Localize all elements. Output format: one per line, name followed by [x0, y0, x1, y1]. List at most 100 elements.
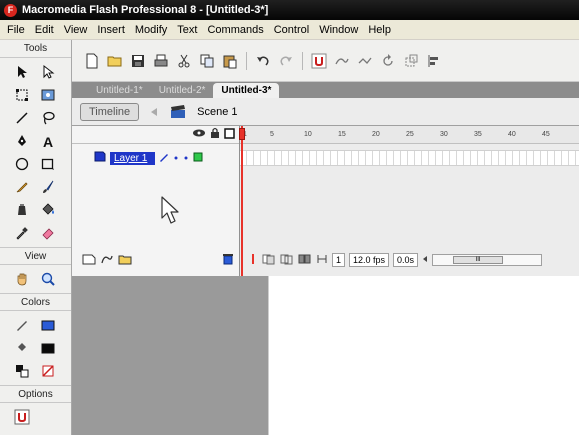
- frame-ruler[interactable]: 1 5 10 15 20 25 30 35 40 45: [240, 126, 579, 144]
- toolbar-separator: [302, 51, 303, 70]
- gradient-transform-icon[interactable]: [36, 85, 60, 105]
- line-tool-icon[interactable]: [10, 108, 34, 128]
- menu-text[interactable]: Text: [172, 24, 202, 36]
- tab-untitled-2[interactable]: Untitled-2*: [151, 83, 214, 98]
- timeline-horizontal-scrollbar[interactable]: III: [432, 254, 543, 266]
- colors-header: Colors: [0, 293, 71, 311]
- menu-edit[interactable]: Edit: [30, 24, 59, 36]
- insert-folder-icon[interactable]: [118, 253, 132, 268]
- lock-dot[interactable]: [183, 152, 189, 164]
- frame-number: 5: [270, 131, 274, 138]
- paint-bucket-icon[interactable]: [36, 200, 60, 220]
- outline-icon[interactable]: [224, 127, 235, 142]
- open-folder-icon[interactable]: [105, 51, 125, 71]
- fill-bucket-icon: [10, 338, 34, 358]
- ink-bottle-icon[interactable]: [10, 200, 34, 220]
- delete-layer-trash-icon[interactable]: [222, 253, 234, 268]
- pencil-tool-icon[interactable]: [10, 177, 34, 197]
- snap-magnet-icon[interactable]: [309, 51, 329, 71]
- redo-icon[interactable]: [276, 51, 296, 71]
- back-arrow-icon[interactable]: [145, 105, 163, 119]
- window-title: Macromedia Flash Professional 8 - [Untit…: [22, 4, 269, 16]
- onion-skin-outlines-icon[interactable]: [280, 253, 294, 267]
- current-frame-field: 1: [332, 253, 346, 267]
- menu-file[interactable]: File: [2, 24, 30, 36]
- edit-multiple-frames-icon[interactable]: [298, 253, 312, 267]
- menu-control[interactable]: Control: [269, 24, 314, 36]
- eye-icon[interactable]: [192, 128, 206, 141]
- new-file-icon[interactable]: [82, 51, 102, 71]
- frame-number: 15: [338, 131, 346, 138]
- view-tools-grid: [0, 265, 71, 293]
- pencil-edit-icon: [159, 152, 169, 165]
- layer-frames-row[interactable]: [240, 150, 579, 166]
- layer-page-icon: [94, 151, 106, 165]
- tools-panel: Tools A View Colors Options: [0, 40, 72, 435]
- undo-icon[interactable]: [253, 51, 273, 71]
- copy-icon[interactable]: [197, 51, 217, 71]
- scene-label[interactable]: Scene 1: [197, 106, 237, 118]
- menu-help[interactable]: Help: [363, 24, 396, 36]
- menu-view[interactable]: View: [59, 24, 93, 36]
- frame-number: 45: [542, 131, 550, 138]
- menu-window[interactable]: Window: [314, 24, 363, 36]
- timeline-toggle-button[interactable]: Timeline: [80, 102, 140, 121]
- cut-icon[interactable]: [174, 51, 194, 71]
- tools-grid: A: [0, 58, 71, 247]
- paste-icon[interactable]: [220, 51, 240, 71]
- pen-tool-icon[interactable]: [10, 131, 34, 151]
- brush-tool-icon[interactable]: [36, 177, 60, 197]
- frame-number: 25: [406, 131, 414, 138]
- subselection-arrow-icon[interactable]: [36, 62, 60, 82]
- stroke-color-swatch[interactable]: [36, 315, 60, 335]
- center-frame-icon[interactable]: [248, 253, 258, 267]
- scrollbar-thumb[interactable]: III: [453, 256, 504, 264]
- scroll-left-arrow-icon[interactable]: [422, 255, 428, 265]
- text-tool-icon[interactable]: A: [36, 131, 60, 151]
- onion-skin-icon[interactable]: [262, 253, 276, 267]
- menu-commands[interactable]: Commands: [202, 24, 268, 36]
- motion-guide-icon[interactable]: [100, 253, 114, 268]
- rectangle-tool-icon[interactable]: [36, 154, 60, 174]
- modify-onion-markers-icon[interactable]: [316, 253, 328, 267]
- layer-name[interactable]: Layer 1: [110, 151, 156, 165]
- zoom-tool-icon[interactable]: [36, 269, 60, 289]
- lasso-tool-icon[interactable]: [36, 108, 60, 128]
- document-area: Untitled-1* Untitled-2* Untitled-3* Time…: [72, 82, 579, 435]
- free-transform-icon[interactable]: [10, 85, 34, 105]
- document-tab-bar: Untitled-1* Untitled-2* Untitled-3*: [72, 82, 579, 98]
- mouse-cursor-icon: [161, 196, 179, 224]
- eyedropper-icon[interactable]: [10, 223, 34, 243]
- layer-row[interactable]: Layer 1: [72, 150, 239, 166]
- tab-untitled-1[interactable]: Untitled-1*: [88, 83, 151, 98]
- eraser-icon[interactable]: [36, 223, 60, 243]
- frame-rate-field[interactable]: 12.0 fps: [349, 253, 390, 267]
- tab-untitled-3[interactable]: Untitled-3*: [213, 83, 280, 98]
- rotate-icon[interactable]: [378, 51, 398, 71]
- colors-grid: [0, 311, 71, 385]
- playhead-handle[interactable]: [239, 128, 245, 140]
- default-colors-icon[interactable]: [10, 361, 34, 381]
- insert-layer-icon[interactable]: [82, 253, 96, 268]
- view-header: View: [0, 247, 71, 265]
- visibility-dot[interactable]: [173, 152, 179, 164]
- straighten-icon[interactable]: [355, 51, 375, 71]
- align-icon[interactable]: [424, 51, 444, 71]
- main-toolbar: [72, 40, 579, 82]
- selection-arrow-icon[interactable]: [10, 62, 34, 82]
- lock-icon[interactable]: [210, 127, 220, 142]
- scale-icon[interactable]: [401, 51, 421, 71]
- save-icon[interactable]: [128, 51, 148, 71]
- smooth-icon[interactable]: [332, 51, 352, 71]
- stage-canvas[interactable]: [268, 276, 579, 435]
- outline-color-box[interactable]: [193, 152, 203, 165]
- menu-modify[interactable]: Modify: [130, 24, 172, 36]
- fill-color-swatch[interactable]: [36, 338, 60, 358]
- swap-colors-icon[interactable]: [36, 361, 60, 381]
- menu-insert[interactable]: Insert: [92, 24, 130, 36]
- print-icon[interactable]: [151, 51, 171, 71]
- hand-tool-icon[interactable]: [10, 269, 34, 289]
- snap-magnet-option-icon[interactable]: [10, 407, 34, 427]
- oval-tool-icon[interactable]: [10, 154, 34, 174]
- work-area[interactable]: [72, 276, 579, 435]
